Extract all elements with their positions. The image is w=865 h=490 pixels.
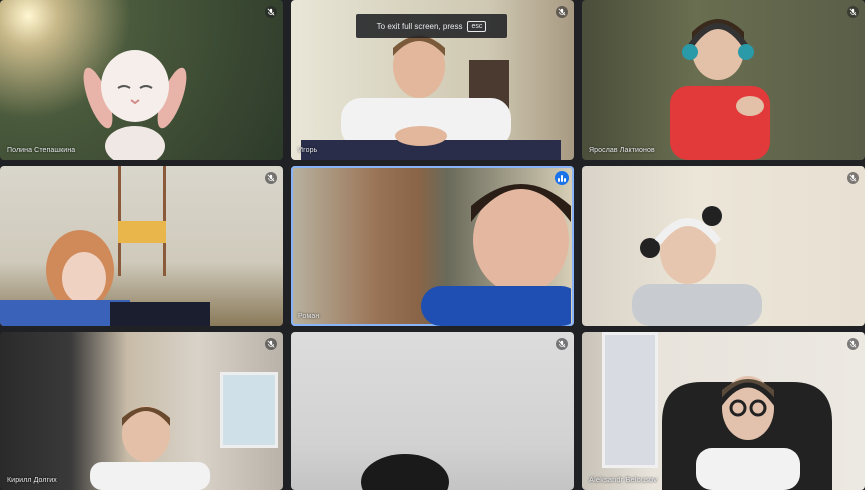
participant-video: [670, 19, 770, 160]
participant-tile-5[interactable]: Роман: [291, 166, 574, 326]
mic-off-icon: [267, 340, 275, 348]
speaking-indicator: [555, 171, 569, 185]
participant-video: [361, 454, 449, 490]
participant-tile-3[interactable]: Ярослав Лактионов: [582, 0, 865, 160]
participant-name: Ярослав Лактионов: [589, 147, 655, 154]
participant-video: [0, 230, 210, 326]
muted-indicator: [847, 172, 859, 184]
muted-indicator: [556, 6, 568, 18]
muted-indicator: [556, 338, 568, 350]
muted-indicator: [265, 338, 277, 350]
participant-tile-7[interactable]: Кирилл Долгих: [0, 332, 283, 490]
participant-tile-9[interactable]: Aleksandr Belousov: [582, 332, 865, 490]
mic-off-icon: [267, 174, 275, 182]
muted-indicator: [265, 6, 277, 18]
mic-off-icon: [558, 8, 566, 16]
muted-indicator: [847, 338, 859, 350]
participant-name: Игорь: [298, 147, 318, 154]
muted-indicator: [265, 172, 277, 184]
fullscreen-exit-toast: To exit full screen, press esc: [356, 14, 507, 38]
video-grid: Полина Степашкина Игорь Ярослав Лактионо…: [0, 0, 865, 490]
esc-key-hint: esc: [467, 20, 487, 32]
participant-video: [90, 406, 210, 490]
muted-indicator: [847, 6, 859, 18]
mic-off-icon: [267, 8, 275, 16]
mic-off-icon: [558, 340, 566, 348]
bunny-avatar: [83, 50, 187, 160]
mic-off-icon: [849, 174, 857, 182]
participant-video: [662, 376, 832, 490]
audio-level-icon: [558, 169, 567, 187]
participant-tile-4[interactable]: [0, 166, 283, 326]
participant-video: [632, 206, 762, 326]
window: [220, 372, 278, 448]
participant-name: Роман: [298, 313, 320, 320]
mic-off-icon: [849, 340, 857, 348]
participant-name: Полина Степашкина: [7, 147, 76, 154]
participant-tile-8[interactable]: [291, 332, 574, 490]
participant-video: [301, 34, 561, 160]
participant-name: Aleksandr Belousov: [589, 475, 658, 484]
mic-off-icon: [849, 8, 857, 16]
participant-video: [421, 184, 571, 326]
participant-tile-6[interactable]: [582, 166, 865, 326]
participant-name: Кирилл Долгих: [7, 477, 57, 484]
toast-message: To exit full screen, press: [376, 21, 463, 31]
participant-tile-1[interactable]: Полина Степашкина: [0, 0, 283, 160]
window: [602, 332, 658, 468]
